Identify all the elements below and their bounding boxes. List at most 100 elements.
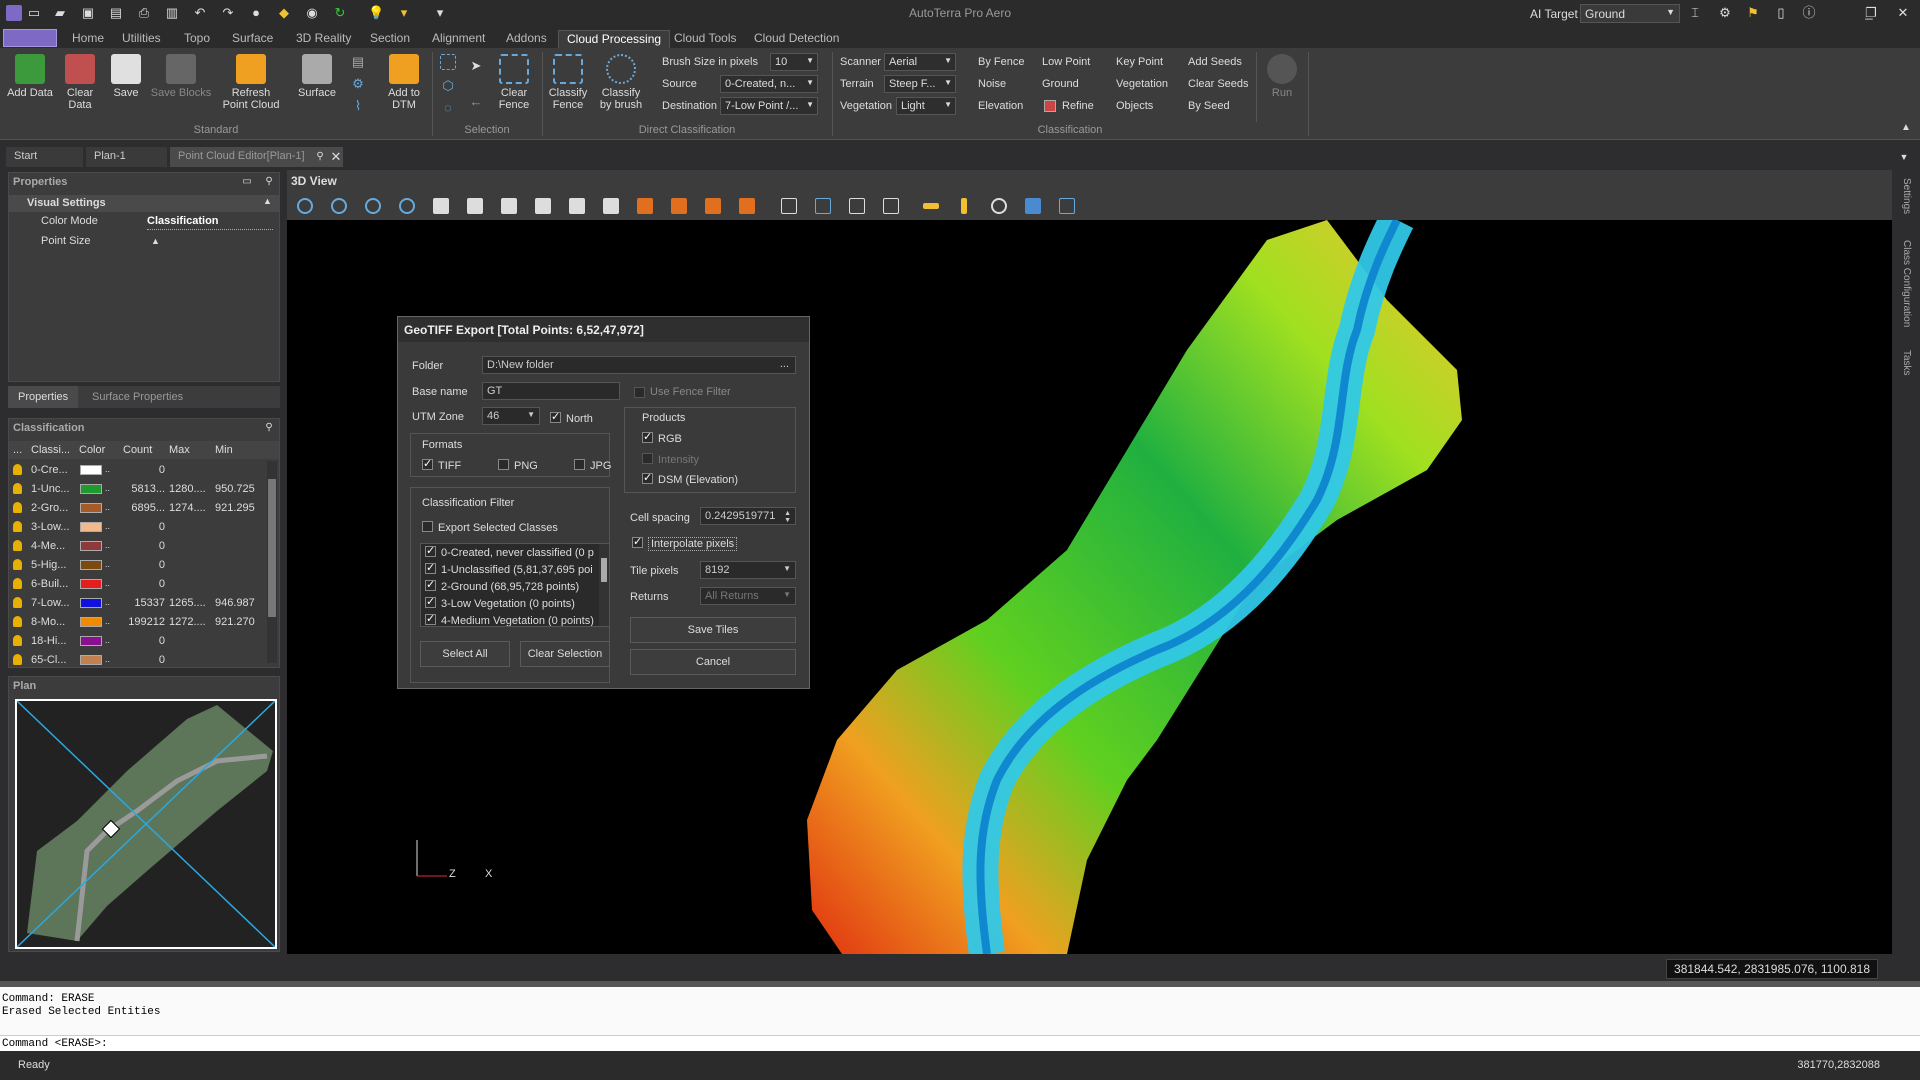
color-more[interactable]: ..	[105, 483, 110, 493]
visibility-bulb-icon[interactable]	[13, 578, 22, 589]
base-name-input[interactable]: GT	[482, 382, 620, 400]
tab-section[interactable]: Section	[362, 30, 418, 48]
undo-icon[interactable]: ↶	[192, 5, 208, 21]
tab-surface-properties[interactable]: Surface Properties	[92, 391, 183, 403]
tiff-checkbox[interactable]: ✓	[422, 459, 433, 470]
layers-icon[interactable]	[1025, 198, 1041, 214]
vegetation-button[interactable]: Vegetation	[1116, 78, 1168, 90]
command-input[interactable]: Command <ERASE>:	[0, 1035, 1920, 1051]
save-tiles-button[interactable]: Save Tiles	[630, 617, 796, 643]
tab-topo[interactable]: Topo	[176, 30, 218, 48]
dsm-checkbox[interactable]: ✓	[642, 473, 653, 484]
table-row[interactable]: 5-Hig..... 0	[9, 556, 275, 575]
color-more[interactable]: ..	[105, 654, 110, 664]
save-icon[interactable]: ▣	[80, 5, 96, 21]
list-item[interactable]: 0-Created, never classified (0 p	[441, 547, 594, 559]
collapse-ribbon-icon[interactable]: ▲	[1898, 120, 1914, 136]
class-2-checkbox[interactable]: ✓	[425, 580, 436, 591]
col-visibility[interactable]: ...	[13, 444, 22, 456]
class-4-checkbox[interactable]: ✓	[425, 614, 436, 625]
doc-tab-start[interactable]: Start	[6, 147, 84, 167]
rect-select-icon[interactable]	[440, 54, 456, 70]
class-color-swatch[interactable]	[80, 617, 102, 627]
app-logo-icon[interactable]	[6, 5, 22, 21]
color-more[interactable]: ..	[105, 464, 110, 474]
col-class[interactable]: Classi...	[31, 444, 70, 456]
customize-qat-icon[interactable]: ▾	[432, 5, 448, 21]
tab-utilities[interactable]: Utilities	[114, 30, 169, 48]
close-icon[interactable]: ✕	[1894, 5, 1912, 21]
clear-fence-button[interactable]: Clear Fence	[490, 54, 538, 111]
class-color-swatch[interactable]	[80, 598, 102, 608]
measure-icon[interactable]	[883, 198, 899, 214]
class-color-swatch[interactable]	[80, 636, 102, 646]
class-color-swatch[interactable]	[80, 522, 102, 532]
view-right-icon[interactable]	[535, 198, 551, 214]
pin-icon[interactable]: ⚲	[261, 174, 277, 190]
collapse-icon[interactable]: ▲	[263, 196, 272, 206]
class-color-swatch[interactable]	[80, 484, 102, 494]
visibility-bulb-icon[interactable]	[13, 635, 22, 646]
table-row[interactable]: 18-Hi..... 0	[9, 632, 275, 651]
tab-3d-reality[interactable]: 3D Reality	[288, 30, 359, 48]
class-color-swatch[interactable]	[80, 655, 102, 665]
view-back-icon[interactable]	[603, 198, 619, 214]
visibility-bulb-icon[interactable]	[13, 597, 22, 608]
visibility-bulb-icon[interactable]	[13, 616, 22, 627]
zoom-out-icon[interactable]	[331, 198, 347, 214]
color-more[interactable]: ..	[105, 597, 110, 607]
layer-icon[interactable]: ◆	[276, 5, 292, 21]
table-row[interactable]: 65-Cl..... 0	[9, 651, 275, 670]
clear-seeds-button[interactable]: Clear Seeds	[1188, 78, 1249, 90]
class-configuration-dock-tab[interactable]: Class Configuration	[1901, 240, 1912, 327]
list-item[interactable]: 2-Ground (68,95,728 points)	[441, 581, 579, 593]
refresh-point-cloud-button[interactable]: Refresh Point Cloud	[218, 54, 284, 111]
pin-icon[interactable]: ⚲	[261, 420, 277, 436]
class-color-swatch[interactable]	[80, 503, 102, 513]
list-scrollbar[interactable]	[599, 544, 609, 626]
class-color-swatch[interactable]	[80, 560, 102, 570]
source-select[interactable]: 0-Created, n... ▼	[720, 75, 818, 93]
pin-icon[interactable]: ⚲	[312, 149, 328, 165]
float-panel-icon[interactable]: ▭	[239, 174, 255, 190]
zoom-window-icon[interactable]	[365, 198, 381, 214]
surface-small-3-icon[interactable]: ⌇	[350, 98, 366, 114]
new-file-icon[interactable]: ▭	[26, 5, 42, 21]
surface-small-2-icon[interactable]: ⚙	[350, 76, 366, 92]
tool-icon[interactable]: ⌶	[1686, 5, 1704, 21]
chart-icon[interactable]	[781, 198, 797, 214]
interpolate-checkbox[interactable]: ✓	[632, 537, 643, 548]
user-settings-icon[interactable]: ⚙	[1716, 5, 1734, 21]
tab-properties[interactable]: Properties	[8, 386, 78, 408]
refine-button[interactable]: Refine	[1062, 100, 1094, 112]
clear-data-button[interactable]: Clear Data	[58, 54, 102, 111]
color-more[interactable]: ..	[105, 635, 110, 645]
tile-pixels-select[interactable]: 8192 ▼	[700, 561, 796, 579]
returns-select[interactable]: All Returns ▼	[700, 587, 796, 605]
select-all-button[interactable]: Select All	[420, 641, 510, 667]
pointer-icon[interactable]: ➤	[468, 58, 484, 74]
col-max[interactable]: Max	[169, 444, 190, 456]
table-row[interactable]: 8-Mo..... 199212 1272.... 921.270	[9, 613, 275, 632]
view-front-icon[interactable]	[569, 198, 585, 214]
splitter-handle[interactable]	[0, 981, 1920, 987]
png-checkbox[interactable]	[498, 459, 509, 470]
iso-view-2-icon[interactable]	[671, 198, 687, 214]
utm-zone-select[interactable]: 46 ▼	[482, 407, 540, 425]
iso-view-4-icon[interactable]	[739, 198, 755, 214]
save-button[interactable]: Save	[106, 54, 146, 99]
doc-tab-plan[interactable]: Plan-1	[86, 147, 168, 167]
file-menu-button[interactable]	[3, 29, 57, 47]
noise-button[interactable]: Noise	[978, 78, 1006, 90]
table-row[interactable]: 1-Unc..... 5813... 1280.... 950.725	[9, 480, 275, 499]
cell-spacing-input[interactable]: 0.2429519771 ▲ ▼	[700, 507, 796, 525]
clear-selection-button[interactable]: Clear Selection	[520, 641, 610, 667]
color-more[interactable]: ..	[105, 521, 110, 531]
ai-target-select[interactable]: Ground ▼	[1580, 4, 1680, 23]
table-row[interactable]: 3-Low..... 0	[9, 518, 275, 537]
use-fence-checkbox[interactable]	[634, 387, 645, 398]
save-blocks-button[interactable]: Save Blocks	[150, 54, 212, 99]
surface-small-1-icon[interactable]: ▤	[350, 54, 366, 70]
table-row[interactable]: 6-Buil..... 0	[9, 575, 275, 594]
visibility-bulb-icon[interactable]	[13, 521, 22, 532]
